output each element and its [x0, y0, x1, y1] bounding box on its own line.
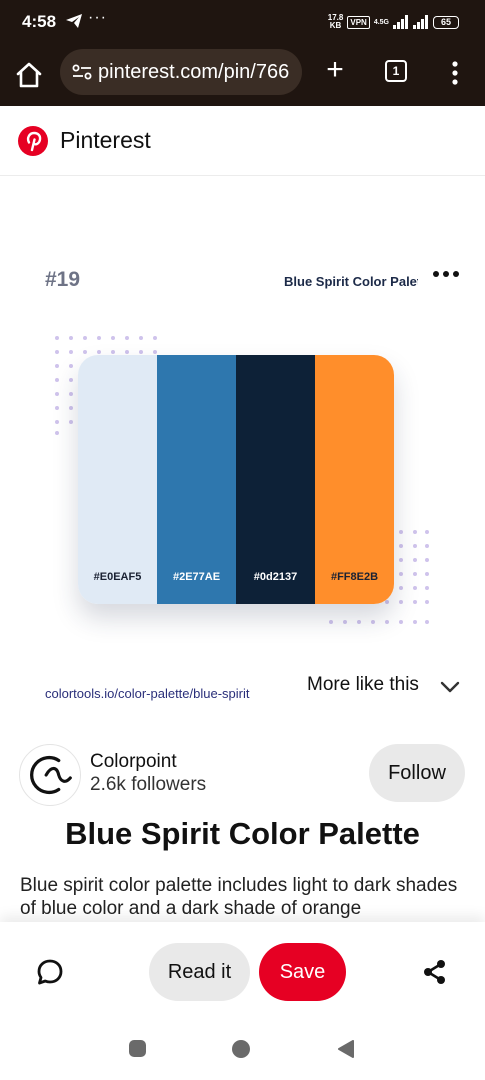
pin-image[interactable]: #19 Blue Spirit Color Palette #E0EAF5 #2…: [0, 177, 485, 725]
pinterest-header: Pinterest: [0, 106, 485, 176]
new-tab-button[interactable]: +: [320, 55, 350, 86]
image-number: #19: [45, 268, 81, 291]
system-navigation-bar: [0, 1026, 485, 1080]
more-options-icon[interactable]: [445, 58, 465, 88]
color-swatch: #E0EAF5: [78, 355, 157, 604]
pin-title: Blue Spirit Color Palette: [65, 816, 420, 851]
swatch-code: #0d2137: [253, 571, 298, 583]
site-settings-icon[interactable]: [72, 63, 92, 81]
image-title: Blue Spirit Color Palette: [284, 274, 418, 289]
creator-followers: 2.6k followers: [90, 774, 207, 795]
color-swatch: #FF8E2B: [315, 355, 394, 604]
battery-icon: 65: [433, 15, 459, 29]
color-swatch: #0d2137: [236, 355, 315, 604]
more-notifications-icon: ···: [88, 9, 107, 26]
home-icon[interactable]: [14, 60, 44, 90]
pinterest-logo-icon[interactable]: [18, 126, 48, 156]
network-speed: 17.8 KB: [328, 14, 344, 30]
follow-button[interactable]: Follow: [369, 744, 465, 802]
pin-description: Blue spirit color palette includes light…: [20, 875, 458, 919]
home-nav-icon[interactable]: [232, 1040, 250, 1058]
tab-switcher-button[interactable]: 1: [385, 60, 407, 82]
network-type: 4.5G: [373, 18, 389, 26]
swatch-code: #FF8E2B: [330, 571, 379, 583]
source-link[interactable]: colortools.io/color-palette/blue-spirit: [45, 686, 249, 701]
comment-icon[interactable]: [36, 958, 64, 986]
signal-icon: [393, 15, 408, 29]
swatch-code: #2E77AE: [172, 571, 221, 583]
telegram-icon: [66, 14, 82, 28]
image-more-icon: [433, 271, 459, 277]
color-palette-card: #E0EAF5 #2E77AE #0d2137 #FF8E2B: [78, 355, 394, 604]
creator-avatar[interactable]: [19, 744, 81, 806]
share-icon[interactable]: [421, 958, 449, 986]
pinterest-brand[interactable]: Pinterest: [60, 127, 151, 154]
status-indicators: 17.8 KB VPN 4.5G 65: [328, 12, 459, 32]
read-it-button[interactable]: Read it: [149, 943, 250, 1001]
signal-icon-2: [413, 15, 428, 29]
save-button[interactable]: Save: [259, 943, 346, 1001]
status-bar: 4:58 ··· 17.8 KB VPN 4.5G 65: [0, 0, 485, 44]
color-swatch: #2E77AE: [157, 355, 236, 604]
pin-action-bar: Read it Save: [0, 922, 485, 1026]
screen: 4:58 ··· 17.8 KB VPN 4.5G 65 pinterest.c…: [0, 0, 485, 1080]
chevron-down-icon[interactable]: [440, 680, 460, 694]
url-text[interactable]: pinterest.com/pin/766: [98, 61, 298, 84]
status-time: 4:58: [22, 12, 57, 31]
swatch-code: #E0EAF5: [93, 571, 142, 583]
recents-icon[interactable]: [129, 1040, 146, 1057]
vpn-badge: VPN: [347, 15, 370, 29]
back-icon[interactable]: [337, 1040, 355, 1058]
address-bar[interactable]: pinterest.com/pin/766: [60, 49, 302, 95]
network-speed-unit: KB: [329, 21, 342, 30]
more-like-this-button[interactable]: More like this: [307, 674, 419, 696]
browser-toolbar: pinterest.com/pin/766 + 1: [0, 44, 485, 106]
creator-name[interactable]: Colorpoint: [90, 751, 177, 773]
